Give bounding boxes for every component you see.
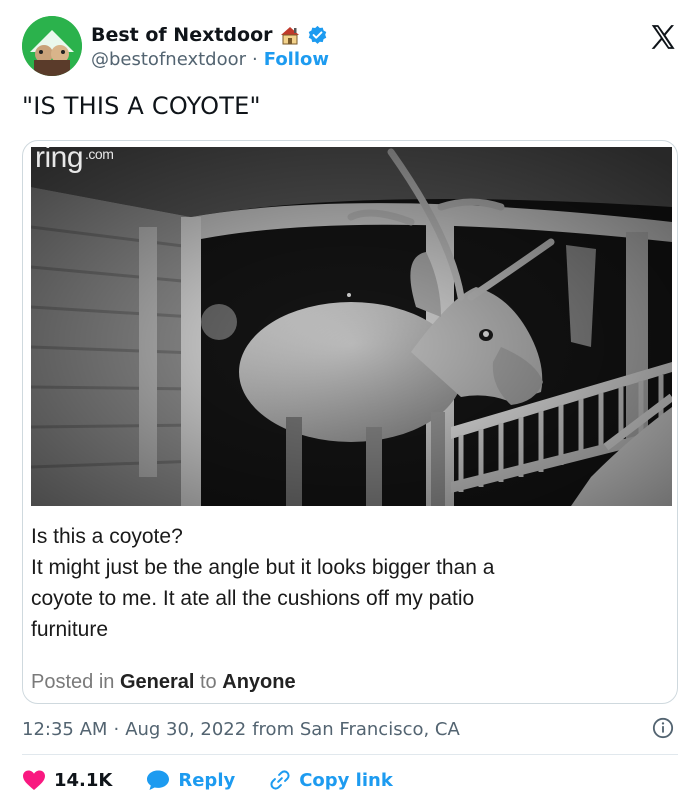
copy-link-button[interactable]: Copy link (269, 769, 393, 791)
media-card[interactable]: ring .com Is this a coyote? It might just… (22, 140, 678, 704)
avatar[interactable] (22, 16, 82, 76)
heart-icon (23, 770, 45, 790)
post-line: Is this a coyote? (31, 525, 183, 548)
tweet-date[interactable]: Aug 30, 2022 (125, 719, 246, 740)
post-line: coyote to me. It ate all the cushions of… (31, 587, 475, 610)
follow-button[interactable]: Follow (264, 49, 329, 70)
post-category: General (119, 671, 195, 693)
tweet-time[interactable]: 12:35 AM (22, 719, 107, 740)
ring-watermark: ring .com (35, 147, 114, 174)
post-line: furniture (31, 618, 109, 641)
post-audience: Anyone (222, 671, 296, 693)
post-meta: Posted in General to Anyone (31, 671, 296, 693)
reply-bubble-icon (147, 770, 170, 790)
tweet-location: from San Francisco, CA (252, 718, 460, 740)
x-logo-icon[interactable] (648, 22, 678, 52)
display-name[interactable]: Best of Nextdoor (91, 24, 273, 46)
meta-separator: · (113, 718, 120, 740)
divider (22, 754, 678, 755)
tweet-text: "IS THIS A COYOTE" (22, 92, 261, 120)
like-button[interactable]: 14.1K (22, 769, 112, 791)
timestamp-row: 12:35 AM · Aug 30, 2022 from San Francis… (22, 715, 678, 743)
copy-link-label: Copy link (299, 769, 393, 791)
post-line: It might just be the angle but it looks … (31, 556, 495, 579)
house-icon (279, 24, 301, 46)
handle-separator: · (252, 49, 258, 70)
handle[interactable]: @bestofnextdoor (91, 49, 246, 70)
link-icon (270, 770, 290, 790)
reply-label: Reply (178, 769, 236, 791)
like-count: 14.1K (54, 769, 113, 791)
verified-icon (307, 25, 328, 46)
ring-camera-photo[interactable]: ring .com (31, 147, 672, 506)
action-bar: 14.1K Reply Copy link (22, 765, 427, 795)
nextdoor-post-body: Is this a coyote? It might just be the a… (31, 521, 651, 645)
reply-button[interactable]: Reply (146, 769, 235, 791)
tweet-header: Best of Nextdoor @bestofnextdoor · Follo… (22, 16, 682, 78)
info-icon[interactable] (652, 717, 674, 739)
